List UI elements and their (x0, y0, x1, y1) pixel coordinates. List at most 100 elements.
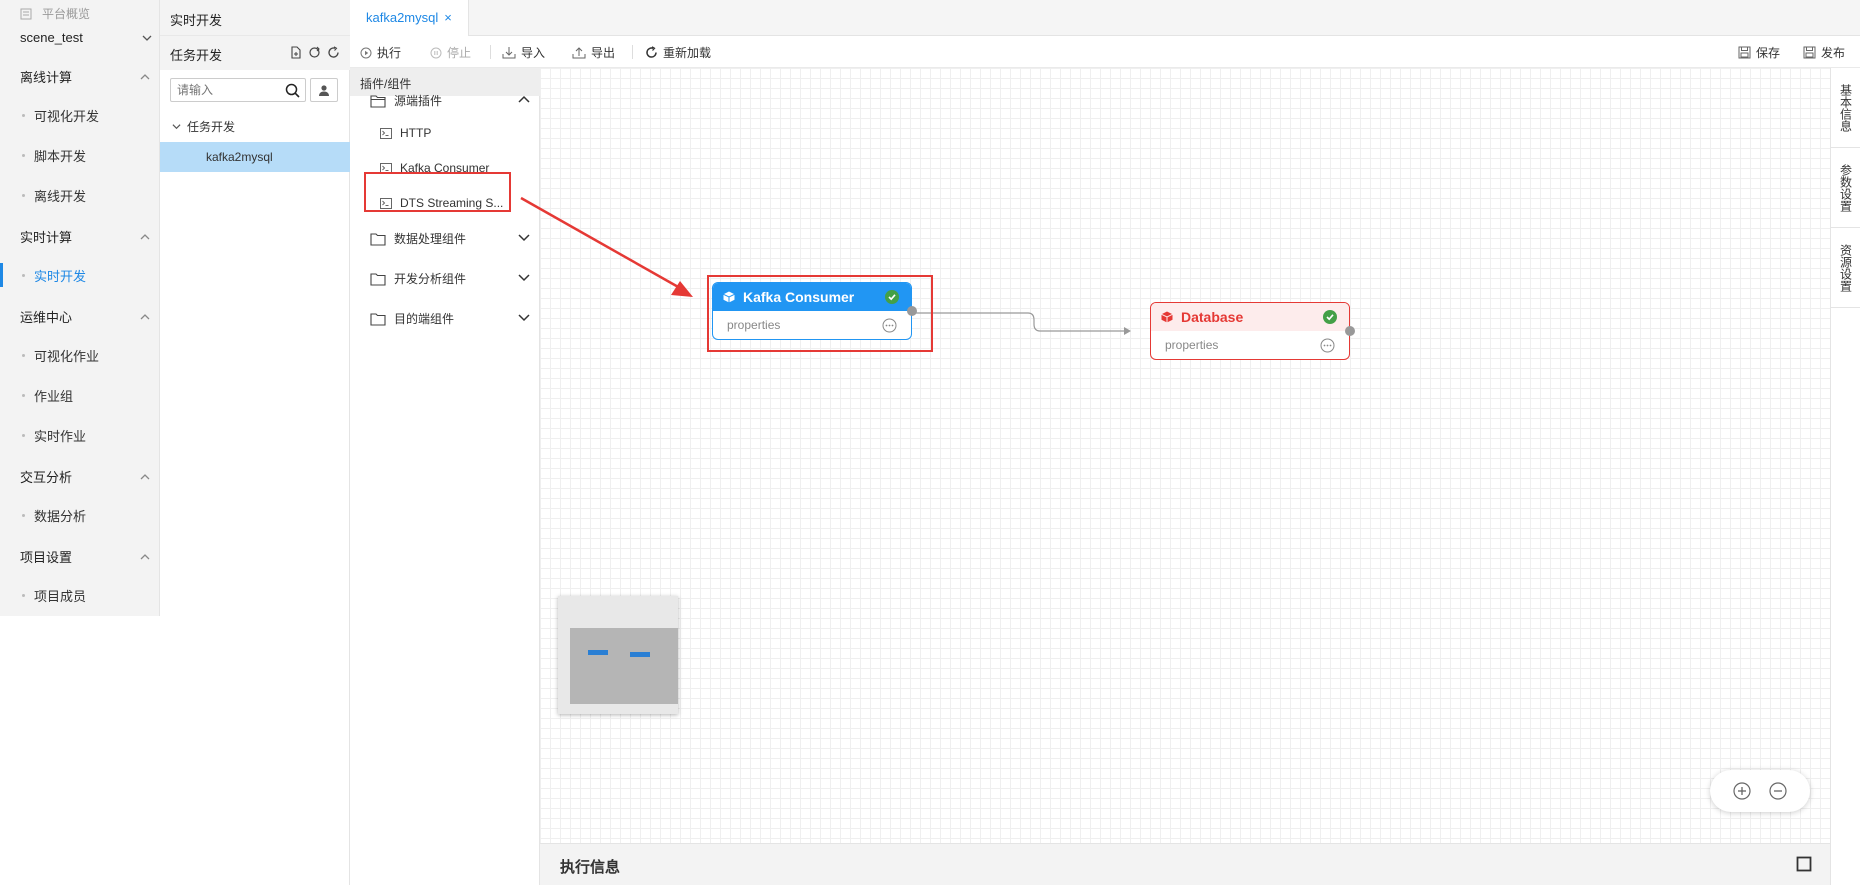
nav-section-title: 实时计算 (20, 230, 73, 245)
reload-label: 重新加载 (663, 46, 712, 60)
bullet-dot (22, 354, 25, 357)
zoom-out-icon[interactable] (1769, 782, 1787, 800)
user-icon (319, 85, 329, 96)
nav-item-data-analysis[interactable]: 数据分析 (0, 495, 159, 535)
project-name: scene_test (20, 30, 83, 45)
node-properties[interactable]: properties (1151, 331, 1349, 359)
zoom-in-icon[interactable] (1733, 782, 1751, 800)
nav-item-realtime-dev[interactable]: 实时开发 (0, 255, 159, 295)
nav-section-offline[interactable]: 离线计算 (20, 67, 150, 86)
save-button[interactable]: 保存 (1738, 44, 1780, 61)
import-label: 导入 (521, 46, 546, 60)
nav-item-label: 数据分析 (34, 508, 87, 524)
nav-item-label: 脚本开发 (34, 148, 87, 164)
plugin-group-label: 目的端组件 (394, 312, 455, 326)
reload-button[interactable]: 重新加载 (645, 44, 711, 61)
canvas-minimap[interactable] (558, 596, 678, 714)
tree-item-kafka2mysql[interactable]: kafka2mysql (160, 142, 350, 172)
nav-section-ops[interactable]: 运维中心 (20, 307, 150, 326)
publish-button[interactable]: 发布 (1803, 44, 1845, 61)
folder-open-icon (370, 94, 386, 108)
task-search-input[interactable] (171, 79, 279, 101)
flow-canvas[interactable]: Kafka Consumer properties Database prope… (540, 68, 1830, 843)
nav-item-visual-jobs[interactable]: 可视化作业 (0, 335, 159, 375)
stop-button[interactable]: 停止 (430, 44, 471, 61)
bullet-dot (22, 274, 25, 277)
bullet-dot (22, 154, 25, 157)
plugin-item-http[interactable]: HTTP (380, 126, 431, 140)
plugin-group-sink[interactable]: 目的端组件 (370, 310, 530, 327)
nav-item-label: 离线开发 (34, 188, 87, 204)
bullet-dot (22, 434, 25, 437)
bullet-dot (22, 194, 25, 197)
run-button[interactable]: 执行 (360, 44, 401, 61)
maximize-icon[interactable] (1796, 856, 1812, 872)
output-port[interactable] (1345, 326, 1355, 336)
nav-section-title: 离线计算 (20, 70, 73, 85)
nav-item-label: 可视化作业 (34, 348, 100, 364)
project-selector[interactable]: scene_test (20, 30, 152, 45)
bullet-dot (22, 394, 25, 397)
bullet-dot (22, 514, 25, 517)
plugin-group-dev-analysis[interactable]: 开发分析组件 (370, 270, 530, 287)
more-options-icon[interactable] (1320, 338, 1335, 353)
publish-label: 发布 (1821, 46, 1846, 60)
nav-section-title: 交互分析 (20, 470, 73, 485)
tab-close-icon[interactable]: × (444, 10, 452, 26)
folder-icon (370, 232, 386, 246)
user-filter-button[interactable] (310, 78, 338, 102)
refresh-icon[interactable] (327, 46, 340, 59)
node-database[interactable]: Database properties (1150, 302, 1355, 360)
import-button[interactable]: 导入 (502, 44, 545, 61)
plugin-item-label: HTTP (400, 126, 432, 140)
new-file-icon[interactable] (289, 46, 302, 59)
nav-section-project-settings[interactable]: 项目设置 (20, 547, 150, 566)
tab-param-settings[interactable]: 参数设置 (1831, 148, 1860, 228)
nav-item-visual-dev[interactable]: 可视化开发 (0, 95, 159, 135)
tab-resource-settings[interactable]: 资源设置 (1831, 228, 1860, 308)
import-icon (502, 47, 516, 59)
nav-item-project-members[interactable]: 项目成员 (0, 575, 159, 615)
folder-icon (370, 272, 386, 286)
nav-item-label: 可视化开发 (34, 108, 100, 124)
zoom-control (1710, 770, 1810, 812)
platform-overview-link[interactable]: 平台概览 (20, 5, 90, 22)
nav-item-script-dev[interactable]: 脚本开发 (0, 135, 159, 175)
highlight-box-node (707, 275, 933, 352)
minimap-node (630, 652, 650, 657)
chevron-up-icon (140, 73, 150, 79)
nav-section-title: 运维中心 (20, 310, 73, 325)
chevron-up-icon (140, 473, 150, 479)
nav-item-offline-dev[interactable]: 离线开发 (0, 175, 159, 215)
chevron-down-icon (142, 35, 152, 41)
export-label: 导出 (591, 46, 616, 60)
chevron-down-icon (518, 274, 530, 282)
nav-section-realtime[interactable]: 实时计算 (20, 227, 150, 246)
nav-section-interactive[interactable]: 交互分析 (20, 467, 150, 486)
search-icon[interactable] (285, 83, 300, 98)
chevron-down-icon (518, 314, 530, 322)
task-dev-label: 任务开发 (170, 48, 223, 63)
editor-tab-bar: kafka2mysql × (350, 0, 1860, 36)
reload-icon (646, 46, 657, 58)
nav-item-realtime-jobs[interactable]: 实时作业 (0, 415, 159, 455)
tab-basic-info[interactable]: 基本信息 (1831, 68, 1860, 148)
tab-kafka2mysql[interactable]: kafka2mysql × (350, 0, 469, 36)
plugin-group-data-processing[interactable]: 数据处理组件 (370, 230, 530, 247)
chevron-down-icon (518, 234, 530, 242)
edge-arrowhead (1124, 327, 1131, 335)
status-check-icon (1323, 310, 1337, 324)
stop-label: 停止 (447, 46, 472, 60)
export-button[interactable]: 导出 (572, 44, 615, 61)
plugin-group-label: 开发分析组件 (394, 272, 467, 286)
nav-item-job-groups[interactable]: 作业组 (0, 375, 159, 415)
tree-folder-label: 任务开发 (187, 120, 236, 134)
minimap-viewport[interactable] (570, 628, 678, 704)
export-icon (572, 47, 586, 59)
plugin-group-source[interactable]: 源端插件 (370, 92, 530, 109)
tree-folder-task-dev[interactable]: 任务开发 (172, 118, 235, 135)
task-panel-actions (289, 46, 340, 59)
sync-icon[interactable] (308, 46, 321, 59)
nav-item-label: 实时作业 (34, 428, 87, 444)
highlight-box-plugin (364, 172, 511, 212)
